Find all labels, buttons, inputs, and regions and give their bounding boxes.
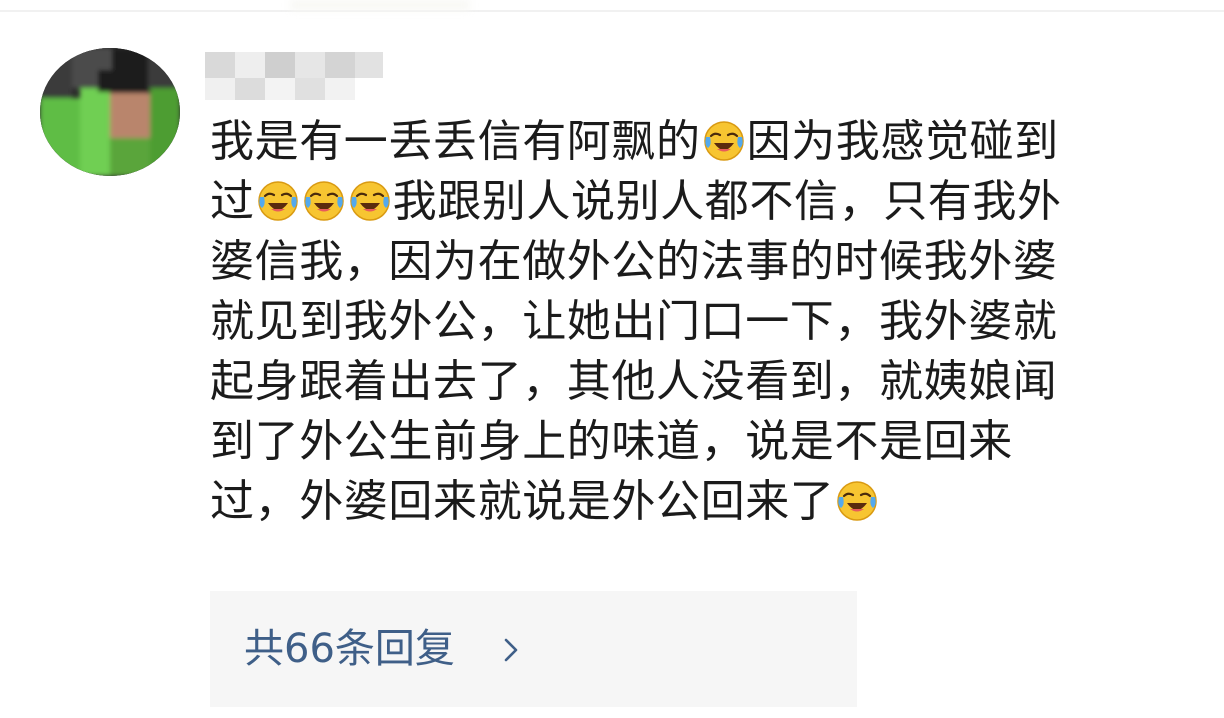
chevron-right-icon (504, 638, 518, 662)
comment-line: 到了外公生前身上的味道，说是不是回来 (210, 412, 1190, 472)
laughing-crying-emoji (257, 181, 298, 221)
comment-line: 婆信我，因为在做外公的法事的时候我外婆 (210, 232, 1190, 292)
laughing-crying-emoji (303, 181, 344, 221)
comment-text-segment: 过，外婆回来就说是外公回来了 (210, 476, 835, 527)
view-replies-button[interactable]: 共66条回复 (210, 591, 857, 707)
comment-text-segment: 过 (210, 176, 255, 227)
laughing-crying-emoji (703, 121, 744, 161)
comment-text-segment: 因为我感觉碰到 (746, 116, 1059, 167)
laughing-crying-emoji (837, 481, 878, 521)
comment-text-segment: 婆信我，因为在做外公的法事的时候我外婆 (210, 236, 1058, 287)
comment-text-segment: 我是有一丢丢信有阿飘的 (210, 116, 701, 167)
comment-text-segment: 我跟别人说别人都不信，只有我外 (392, 176, 1062, 227)
top-divider (0, 10, 1224, 12)
comment-line: 我是有一丢丢信有阿飘的 因为我感觉碰到 (210, 112, 1190, 172)
comment-line: 就见到我外公，让她出门口一下，我外婆就 (210, 292, 1190, 352)
username-blurred[interactable] (205, 48, 385, 104)
comment-line: 过 我跟别人说别人都不信，只有我外 (210, 172, 1190, 232)
avatar-blurred-image (40, 48, 180, 176)
username-mosaic (205, 52, 383, 100)
comment-text: 我是有一丢丢信有阿飘的 因为我感觉碰到过我跟别人说别人都不信，只有我外 婆信我，因为… (210, 112, 1190, 532)
comment-text-segment: 就见到我外公，让她出门口一下，我外婆就 (210, 296, 1058, 347)
avatar[interactable] (40, 48, 180, 176)
comment-text-segment: 到了外公生前身上的味道，说是不是回来 (210, 416, 1013, 467)
replies-count-label: 共66条回复 (244, 626, 455, 672)
laughing-crying-emoji (349, 181, 390, 221)
comment-line: 起身跟着出去了，其他人没看到，就姨娘闻 (210, 352, 1190, 412)
comment-text-segment: 起身跟着出去了，其他人没看到，就姨娘闻 (210, 356, 1058, 407)
comment-line: 过，外婆回来就说是外公回来了 (210, 472, 1190, 532)
